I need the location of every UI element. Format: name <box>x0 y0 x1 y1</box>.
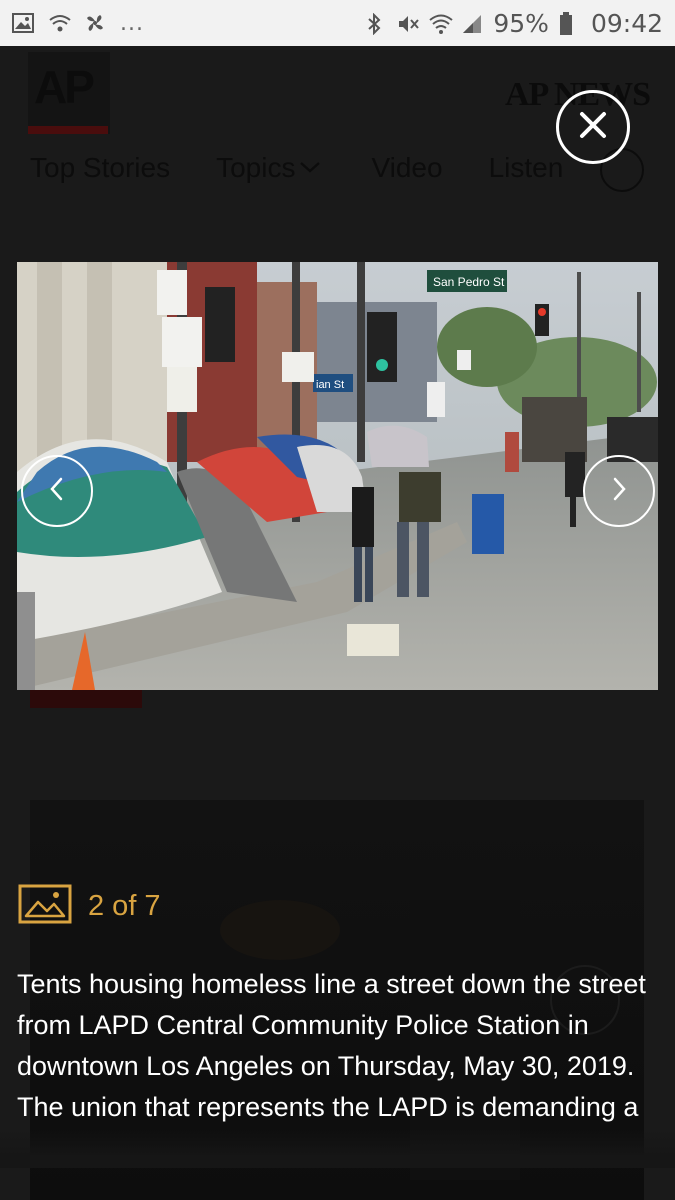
image-icon <box>18 884 72 928</box>
nav-topics-label: Topics <box>216 152 296 183</box>
ap-logo-text: AP <box>34 61 95 113</box>
close-gallery-button[interactable] <box>556 90 630 164</box>
pinwheel-notification-icon <box>84 12 106 34</box>
chevron-down-icon <box>295 152 325 183</box>
wifi-notification-icon <box>48 12 71 34</box>
street-sign-text-2: ian St <box>316 379 344 391</box>
caption-fade <box>0 1128 675 1168</box>
signal-icon <box>461 12 483 34</box>
chevron-left-icon <box>45 475 69 507</box>
chevron-right-icon <box>607 475 631 507</box>
battery-icon <box>559 12 581 35</box>
nav-top-stories: Top Stories <box>30 152 171 183</box>
background-nav: Top Stories Topics Video Listen <box>30 152 563 184</box>
photo-counter: 2 of 7 <box>18 884 161 928</box>
street-sign-text: San Pedro St <box>433 275 505 289</box>
ap-logo-underline <box>28 126 108 134</box>
ap-logo: AP <box>28 52 110 134</box>
gallery-photo: San Pedro St ian St <box>17 262 658 690</box>
more-notifications: ... <box>120 10 144 36</box>
battery-percent: 95% <box>493 8 549 38</box>
nav-listen: Listen <box>488 152 564 183</box>
nav-video: Video <box>371 152 443 183</box>
background-accent-bar <box>30 690 142 708</box>
photo-counter-text: 2 of 7 <box>88 889 161 922</box>
nav-topics: Topics <box>216 152 325 184</box>
previous-photo-button[interactable] <box>21 455 93 527</box>
status-bar: ... 95% 09:42 <box>0 0 675 46</box>
mute-icon <box>397 12 420 34</box>
clock: 09:42 <box>590 8 663 38</box>
bluetooth-icon <box>365 12 387 36</box>
close-icon <box>576 108 610 146</box>
gallery-notification-icon <box>12 12 34 34</box>
wifi-icon <box>429 12 454 34</box>
next-photo-button[interactable] <box>583 455 655 527</box>
background-card-shape <box>220 900 340 960</box>
street-photo-illustration: San Pedro St ian St <box>17 262 658 690</box>
